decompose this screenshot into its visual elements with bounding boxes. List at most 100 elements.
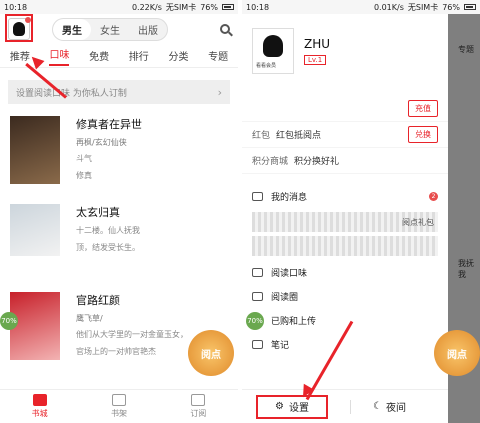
battery-level: 76% <box>200 2 218 12</box>
book-sub: 再枫/玄幻仙侠 <box>76 138 127 147</box>
battery-icon <box>222 4 234 10</box>
tab-female[interactable]: 女生 <box>91 19 129 40</box>
profile-avatar: 看看会员 <box>252 28 294 74</box>
tab-male[interactable]: 男生 <box>53 18 91 40</box>
username: ZHU <box>304 37 331 51</box>
dim-text: 专题 <box>458 45 474 54</box>
profile-header[interactable]: 看看会员 ZHU Lv.1 <box>242 14 448 88</box>
menu-circle[interactable]: 阅读圈 <box>242 284 448 308</box>
cup-icon <box>252 267 263 277</box>
mall-row[interactable]: 积分商城 积分换好礼 <box>242 148 448 174</box>
top-bar: 男生 女生 出版 <box>0 14 238 44</box>
left-screenshot: 10:18 0.22K/s 无SIM卡 76% 男生 女生 出版 推荐 口味 免… <box>0 0 238 423</box>
night-label: 夜间 <box>385 403 406 414</box>
nav-label: 订阅 <box>190 409 207 418</box>
bottom-nav: 书城 书架 订阅 <box>0 389 238 423</box>
coupon-row: 红包 红包抵阅点 兑换 <box>242 122 448 148</box>
tab-publish[interactable]: 出版 <box>129 19 167 40</box>
menu-label: 我的消息 <box>271 192 308 203</box>
cat-classify[interactable]: 分类 <box>168 48 188 63</box>
book-item[interactable]: 修真者在异世 再枫/玄幻仙侠 斗气 修真 <box>0 110 238 198</box>
gender-tabs: 男生 女生 出版 <box>52 17 168 41</box>
status-bar: 10:18 0.22K/s 无SIM卡 76% <box>0 0 238 14</box>
progress-badge: 70% <box>246 312 264 330</box>
book-desc: 修真 <box>76 171 92 180</box>
menu-label: 阅读圈 <box>271 292 299 303</box>
right-screenshot: 10:18 0.01K/s 无SIM卡 76% 专题 我抚我 看看会员 ZHU … <box>242 0 480 423</box>
search-icon[interactable] <box>220 24 230 34</box>
nav-label: 书城 <box>31 409 48 418</box>
highlight-box <box>5 14 33 42</box>
book-sub: 鹰飞草/ <box>76 314 103 323</box>
cat-taste[interactable]: 口味 <box>49 46 70 66</box>
drawer-footer: ⚙ 设置 ☾ 夜间 <box>242 389 448 423</box>
balance-row: 充值 <box>242 96 448 122</box>
cat-topic[interactable]: 专题 <box>208 48 228 63</box>
menu-messages[interactable]: 我的消息 2 <box>242 184 448 208</box>
status-bar: 10:18 0.01K/s 无SIM卡 76% <box>242 0 480 14</box>
bookshelf-icon <box>111 394 126 406</box>
blurred-text: 阅点礼包 <box>402 217 434 227</box>
book-desc: 他们从大学里的一对金童玉女， <box>76 330 188 339</box>
divider <box>350 399 351 414</box>
status-time: 10:18 <box>246 2 270 12</box>
book-desc: 顶，结发受长生。 <box>76 243 140 252</box>
settings-button[interactable]: ⚙ 设置 <box>256 394 328 419</box>
network-speed: 0.01K/s <box>373 2 404 12</box>
banner-text: 设置阅读口味 为你私人订制 <box>16 88 127 99</box>
blurred-row <box>252 236 438 256</box>
progress-badge: 70% <box>0 312 18 330</box>
carrier-label: 无SIM卡 <box>165 2 197 12</box>
coupon-text: 红包抵阅点 <box>276 131 322 141</box>
nav-label: 书架 <box>110 409 127 418</box>
menu-label: 阅读口味 <box>271 268 308 279</box>
menu-label: 已购和上传 <box>271 316 317 327</box>
network-speed: 0.22K/s <box>131 2 162 12</box>
carrier-label: 无SIM卡 <box>407 2 439 12</box>
nav-bookshelf[interactable]: 书架 <box>111 394 127 419</box>
battery-icon <box>464 4 476 10</box>
promo-button[interactable]: 阅点 <box>188 330 234 376</box>
settings-label: 设置 <box>288 403 309 414</box>
mall-text: 积分换好礼 <box>294 157 340 167</box>
status-time: 10:18 <box>4 2 28 12</box>
book-title: 修真者在异世 <box>76 118 142 131</box>
nav-bookstore[interactable]: 书城 <box>32 394 48 419</box>
book-desc: 斗气 <box>76 154 92 163</box>
night-mode-button[interactable]: ☾ 夜间 <box>373 399 406 414</box>
cat-free[interactable]: 免费 <box>89 48 109 63</box>
promo-button[interactable]: 阅点 <box>434 330 480 376</box>
message-count-badge: 2 <box>429 191 438 201</box>
blurred-row: 阅点礼包 <box>252 212 438 232</box>
dim-text: 我抚我 <box>458 259 474 279</box>
avatar-face-icon <box>263 35 283 57</box>
note-icon <box>252 339 263 349</box>
menu-taste[interactable]: 阅读口味 <box>242 260 448 284</box>
menu-label: 笔记 <box>271 340 290 351</box>
battery-level: 76% <box>442 2 460 12</box>
mail-icon <box>252 191 263 201</box>
avatar-caption: 看看会员 <box>256 63 277 69</box>
book-cover <box>10 292 60 360</box>
side-drawer: 看看会员 ZHU Lv.1 充值 红包 红包抵阅点 兑换 积分商城 积分换好礼 … <box>242 14 448 423</box>
book-desc: 官场上的一对帅官艳杰 <box>76 347 156 356</box>
exchange-button[interactable]: 兑换 <box>408 126 438 143</box>
cat-rank[interactable]: 排行 <box>129 48 149 63</box>
circle-icon <box>252 291 263 301</box>
bookstore-icon <box>32 394 47 406</box>
taste-banner[interactable]: 设置阅读口味 为你私人订制 › <box>8 80 230 104</box>
recharge-button[interactable]: 充值 <box>408 100 438 117</box>
book-item[interactable]: 太玄归真 十二楼。仙人抚我 顶，结发受长生。 <box>0 198 238 286</box>
level-badge: Lv.1 <box>304 55 327 65</box>
bookmark-icon <box>191 394 206 406</box>
book-title: 官路红颜 <box>76 294 120 307</box>
book-desc: 十二楼。仙人抚我 <box>76 226 140 235</box>
chevron-right-icon: › <box>217 85 222 99</box>
book-cover <box>10 204 60 256</box>
moon-icon: ☾ <box>373 401 382 412</box>
settings-icon: ⚙ <box>275 401 284 412</box>
coupon-label: 红包 <box>252 131 271 141</box>
book-cover <box>10 116 60 184</box>
nav-subscribe[interactable]: 订阅 <box>190 394 206 419</box>
book-title: 太玄归真 <box>76 206 120 219</box>
